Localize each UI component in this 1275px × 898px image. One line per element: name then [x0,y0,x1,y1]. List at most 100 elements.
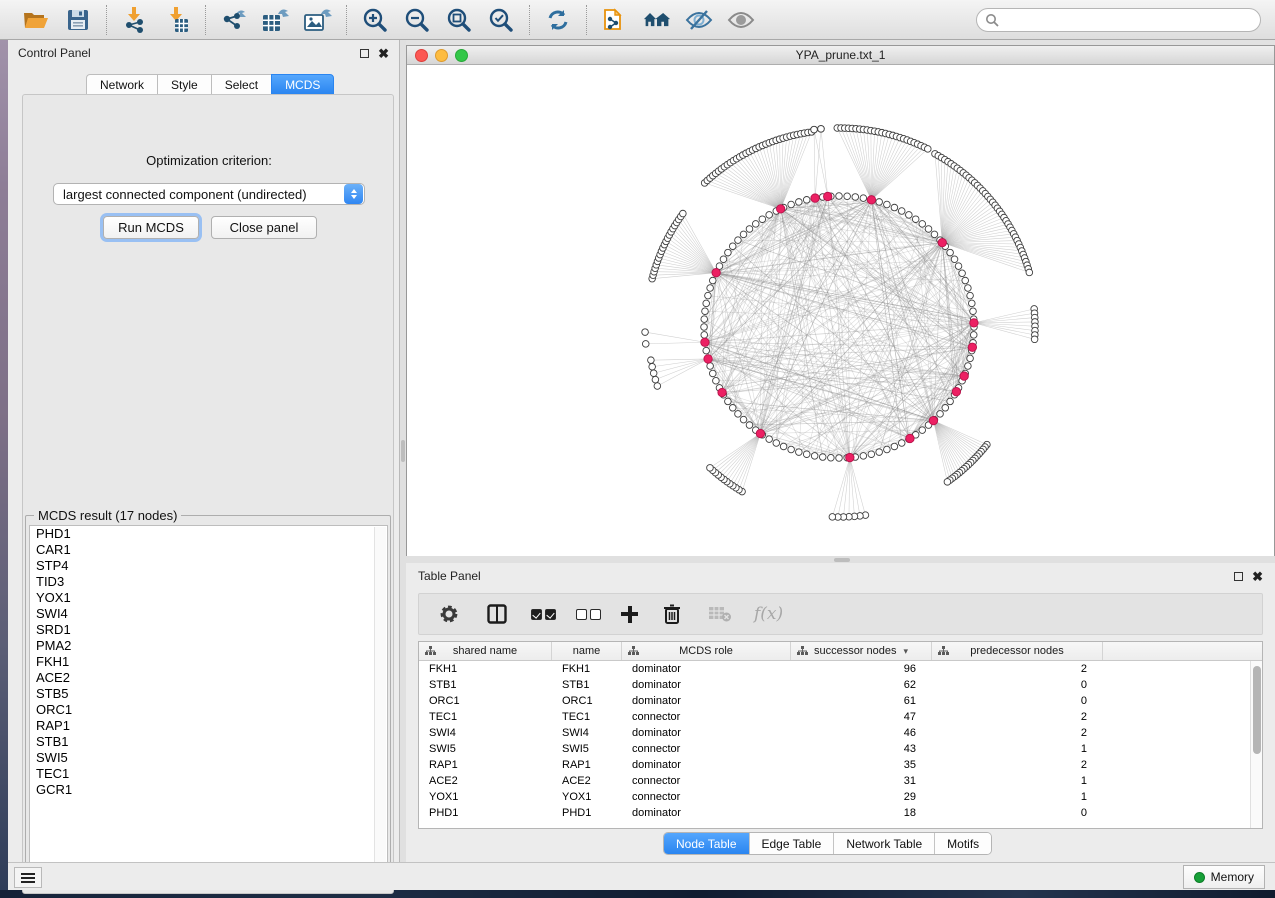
network-node[interactable] [701,332,708,339]
table-scrollbar[interactable] [1250,661,1262,828]
table-cell[interactable]: FKH1 [552,661,622,677]
network-leaf-node[interactable] [944,479,951,486]
tab-style[interactable]: Style [157,74,211,95]
export-network-icon[interactable] [220,6,248,34]
close-panel-icon[interactable]: ✖ [1252,572,1263,581]
network-node[interactable] [968,300,975,307]
network-node[interactable] [713,377,720,384]
close-panel-button[interactable]: Close panel [211,216,317,239]
table-cell[interactable]: 18 [791,805,932,821]
network-hub-node[interactable] [968,343,976,351]
close-panel-icon[interactable]: ✖ [378,49,389,58]
network-hub-node[interactable] [701,338,709,346]
network-node[interactable] [703,347,710,354]
network-node[interactable] [780,443,787,450]
table-cell[interactable]: 43 [791,741,932,757]
table-cell[interactable]: 1 [932,741,1103,757]
network-node[interactable] [967,355,974,362]
network-node[interactable] [891,204,898,211]
float-window-icon[interactable] [360,49,369,58]
network-hub-node[interactable] [712,268,720,276]
network-hub-node[interactable] [938,238,946,246]
table-cell[interactable]: dominator [622,677,791,693]
column-header-predecessor-nodes[interactable]: predecessor nodes [932,642,1103,660]
mcds-list-scrollbar[interactable] [374,527,386,883]
run-mcds-button[interactable]: Run MCDS [103,216,199,239]
zoom-in-icon[interactable] [361,6,389,34]
zoom-fit-content-icon[interactable] [445,6,473,34]
network-node[interactable] [796,199,803,206]
table-cell[interactable]: 2 [932,725,1103,741]
table-cell[interactable]: SWI5 [419,741,552,757]
network-node[interactable] [828,454,835,461]
network-hub-node[interactable] [960,372,968,380]
network-node[interactable] [729,243,736,250]
table-cell[interactable]: 0 [932,677,1103,693]
mcds-result-list[interactable]: PHD1CAR1STP4TID3YOX1SWI4SRD1PMA2FKH1ACE2… [29,525,388,883]
search-input[interactable] [1004,13,1252,27]
export-image-icon[interactable] [304,6,332,34]
mcds-result-item[interactable]: RAP1 [30,718,387,734]
table-cell[interactable]: dominator [622,725,791,741]
mcds-result-item[interactable]: STB5 [30,686,387,702]
network-hub-node[interactable] [811,194,819,202]
network-leaf-node[interactable] [642,329,649,336]
table-cell[interactable]: 2 [932,661,1103,677]
tab-mcds[interactable]: MCDS [271,74,334,95]
network-node[interactable] [725,249,732,256]
show-graphics-details-icon[interactable] [727,6,755,34]
tab-network[interactable]: Network [86,74,157,95]
network-node[interactable] [766,436,773,443]
table-cell[interactable]: connector [622,773,791,789]
network-node[interactable] [759,216,766,223]
tab-network-table[interactable]: Network Table [834,833,935,854]
mcds-result-item[interactable]: TID3 [30,574,387,590]
network-leaf-node[interactable] [818,126,825,133]
table-cell[interactable]: YOX1 [552,789,622,805]
export-table-icon[interactable] [262,6,290,34]
table-cell[interactable]: 35 [791,757,932,773]
table-cell[interactable]: 96 [791,661,932,677]
table-cell[interactable]: 46 [791,725,932,741]
network-node[interactable] [803,451,810,458]
network-hub-node[interactable] [776,205,784,213]
network-hub-node[interactable] [824,192,832,200]
network-node[interactable] [709,370,716,377]
table-cell[interactable]: 1 [932,789,1103,805]
mcds-result-item[interactable]: GCR1 [30,782,387,798]
network-node[interactable] [752,221,759,228]
network-leaf-node[interactable] [648,357,655,364]
home-icon[interactable] [643,6,671,34]
mcds-result-item[interactable]: PMA2 [30,638,387,654]
table-cell[interactable]: connector [622,789,791,805]
mcds-result-item[interactable]: SRD1 [30,622,387,638]
network-node[interactable] [942,404,949,411]
network-leaf-node[interactable] [649,363,656,370]
table-cell[interactable]: RAP1 [552,757,622,773]
network-node[interactable] [959,270,966,277]
table-cell[interactable]: TEC1 [552,709,622,725]
network-leaf-node[interactable] [650,370,657,377]
table-cell[interactable]: PHD1 [419,805,552,821]
deselect-all-icon[interactable] [576,609,601,620]
network-node[interactable] [701,316,708,323]
column-header-MCDS-role[interactable]: MCDS role [622,642,791,660]
network-node[interactable] [891,443,898,450]
network-node[interactable] [906,212,913,219]
network-node[interactable] [702,308,709,315]
network-node[interactable] [876,199,883,206]
table-row[interactable]: ACE2ACE2connector311 [419,773,1262,789]
network-node[interactable] [703,300,710,307]
table-cell[interactable]: connector [622,709,791,725]
network-node[interactable] [819,454,826,461]
network-leaf-node[interactable] [924,146,931,153]
mcds-result-item[interactable]: STB1 [30,734,387,750]
network-hub-node[interactable] [929,416,937,424]
float-window-icon[interactable] [1234,572,1243,581]
column-header-shared-name[interactable]: shared name [419,642,552,660]
network-node[interactable] [919,221,926,228]
table-cell[interactable]: 62 [791,677,932,693]
network-hub-node[interactable] [756,429,764,437]
network-hub-node[interactable] [952,388,960,396]
network-node[interactable] [868,451,875,458]
